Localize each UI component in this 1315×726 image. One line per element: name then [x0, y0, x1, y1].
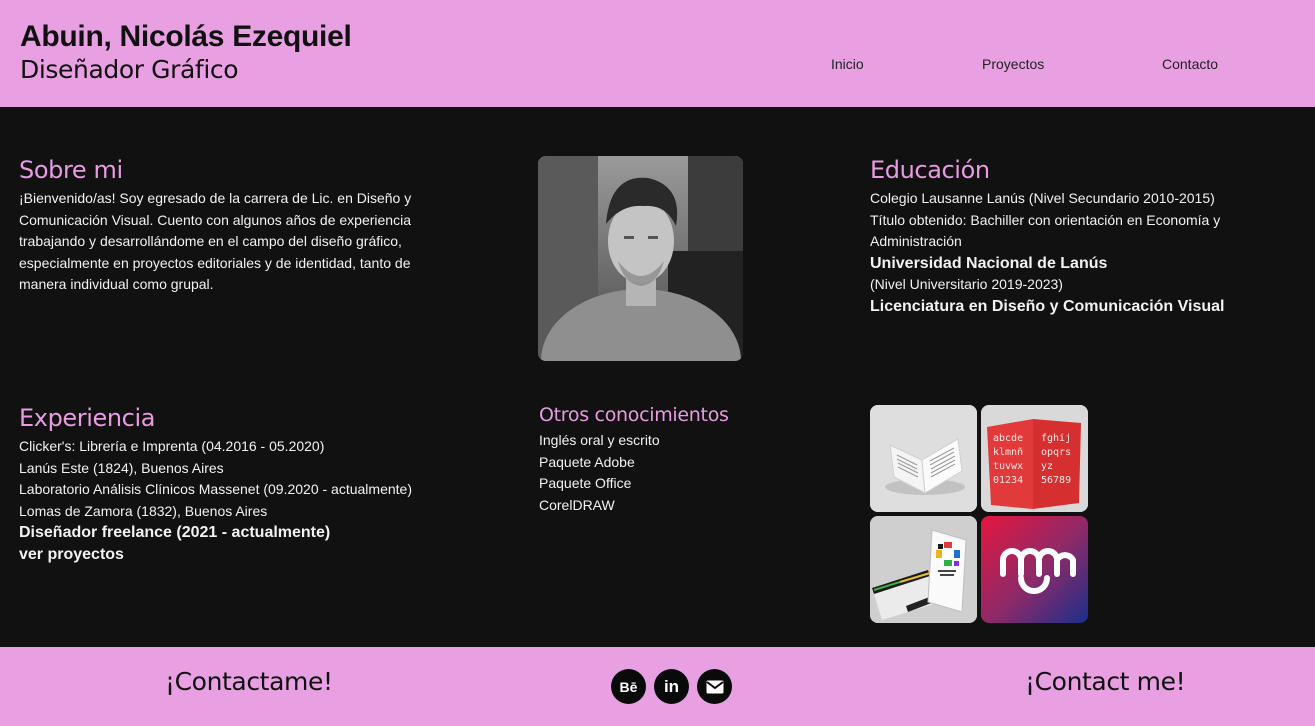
header: Abuin, Nicolás Ezequiel Diseñador Gráfic…	[0, 0, 1315, 107]
education-line: (Nivel Universitario 2019-2023)	[870, 276, 1063, 293]
skills-list: Inglés oral y escrito Paquete Adobe Paqu…	[539, 430, 660, 516]
skills-item: Paquete Adobe	[539, 453, 635, 470]
experience-line: Laboratorio Análisis Clínicos Massenet (…	[19, 481, 412, 498]
typeface-specimen-image: abcde klmnñ tuvwx 01234 fghij opqrs yz 5…	[981, 405, 1088, 512]
skills-title: Otros conocimientos	[539, 404, 729, 426]
experience-title: Experiencia	[19, 404, 156, 432]
experience-line: Lanús Este (1824), Buenos Aires	[19, 459, 224, 476]
site-name: Abuin, Nicolás Ezequiel	[20, 20, 352, 53]
experience-list: Clicker's: Librería e Imprenta (04.2016 …	[19, 436, 412, 566]
specimen-text: klmnñ	[993, 447, 1023, 458]
stationery-mockup-image	[870, 516, 977, 623]
experience-line: Lomas de Zamora (1832), Buenos Aires	[19, 502, 268, 519]
contact-en: ¡Contact me!	[1025, 667, 1186, 696]
project-thumb-stationery[interactable]	[870, 516, 977, 623]
specimen-text: fghij	[1041, 433, 1071, 444]
specimen-text: abcde	[993, 433, 1023, 444]
skills-item: Paquete Office	[539, 475, 632, 492]
book-mockup-image	[870, 405, 977, 512]
email-icon[interactable]	[697, 669, 732, 704]
nav-inicio[interactable]: Inicio	[831, 56, 864, 72]
experience-line: Diseñador freelance (2021 - actualmente)	[19, 524, 331, 542]
ver-proyectos-link[interactable]: ver proyectos	[19, 544, 412, 566]
profile-photo-image	[538, 156, 743, 361]
site-role: Diseñador Gráfico	[20, 55, 239, 84]
project-thumb-logo[interactable]	[981, 516, 1088, 623]
specimen-text: yz	[1041, 461, 1053, 472]
education-line: Título obtenido: Bachiller con orientaci…	[870, 211, 1221, 250]
specimen-text: tuvwx	[993, 461, 1023, 472]
skills-item: CorelDRAW	[539, 496, 615, 513]
about-title: Sobre mi	[19, 156, 123, 184]
linkedin-icon[interactable]: in	[654, 669, 689, 704]
footer: ¡Contactame! Bē in ¡Contact me!	[0, 647, 1315, 726]
nav-contacto[interactable]: Contacto	[1162, 56, 1218, 72]
main-content: Sobre mi ¡Bienvenido/as! Soy egresado de…	[0, 107, 1315, 647]
project-thumb-typeface[interactable]: abcde klmnñ tuvwx 01234 fghij opqrs yz 5…	[981, 405, 1088, 512]
specimen-text: 56789	[1041, 475, 1071, 486]
contact-es: ¡Contactame!	[165, 667, 333, 696]
profile-photo	[538, 156, 743, 361]
behance-icon[interactable]: Bē	[611, 669, 646, 704]
education-title: Educación	[870, 156, 990, 184]
project-thumb-book[interactable]	[870, 405, 977, 512]
logo-identity-image	[981, 516, 1088, 623]
skills-item: Inglés oral y escrito	[539, 432, 660, 448]
education-list: Colegio Lausanne Lanús (Nivel Secundario…	[870, 188, 1260, 318]
experience-line: Clicker's: Librería e Imprenta (04.2016 …	[19, 438, 325, 454]
education-line: Universidad Nacional de Lanús	[870, 254, 1108, 272]
about-text: ¡Bienvenido/as! Soy egresado de la carre…	[19, 190, 412, 293]
education-line: Colegio Lausanne Lanús (Nivel Secundario…	[870, 190, 1215, 206]
education-line: Licenciatura en Diseño y Comunicación Vi…	[870, 297, 1225, 315]
envelope-icon	[705, 680, 724, 693]
specimen-text: opqrs	[1041, 447, 1071, 458]
nav-proyectos[interactable]: Proyectos	[982, 56, 1044, 72]
specimen-text: 01234	[993, 475, 1023, 486]
